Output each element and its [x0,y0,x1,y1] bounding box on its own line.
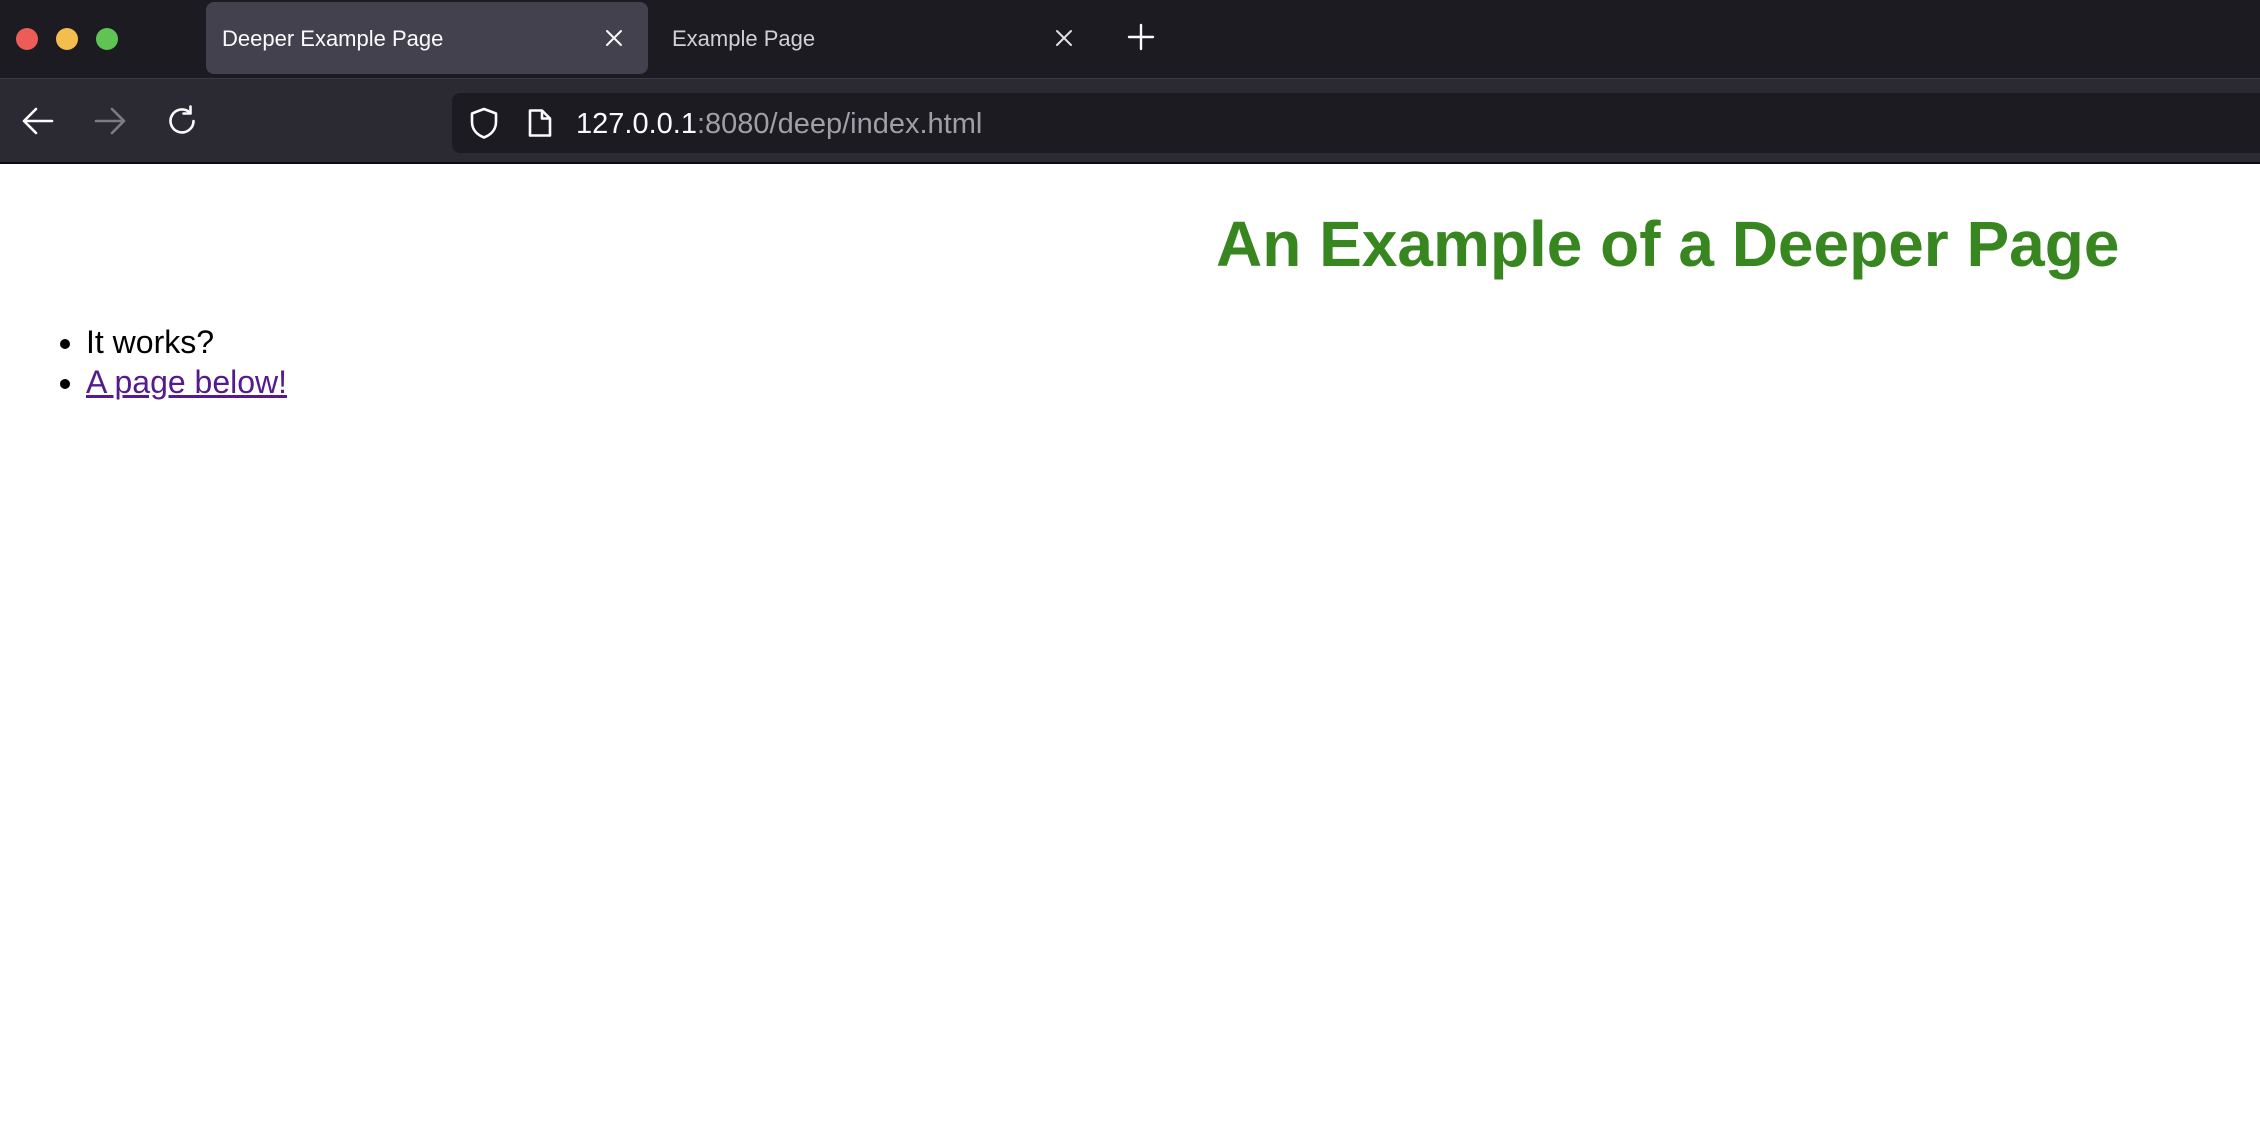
url-path: :8080/deep/index.html [696,108,983,140]
new-tab-plus-icon[interactable] [1126,22,1156,52]
list-item: It works? [86,322,287,362]
list-item-text: It works? [86,324,215,360]
list-item: A page below! [86,362,287,402]
page-content: An Example of a Deeper Page It works? A … [0,164,2260,1138]
browser-window: Deeper Example Page Example Page 127.0.0… [0,0,2260,1138]
page-below-link[interactable]: A page below! [86,364,287,400]
forward-button[interactable] [90,101,130,141]
shield-icon[interactable] [468,107,500,139]
arrow-right-icon [94,107,126,135]
tab-strip: Deeper Example Page Example Page [0,0,2260,78]
address-bar[interactable]: 127.0.0.1:8080/deep/index.html [452,93,2260,153]
page-info-icon[interactable] [524,107,556,139]
close-icon[interactable] [600,24,628,52]
url-text[interactable]: 127.0.0.1:8080/deep/index.html [576,108,982,140]
navigation-toolbar: 127.0.0.1:8080/deep/index.html [0,78,2260,162]
reload-icon [169,105,195,134]
window-minimize-button[interactable] [56,28,78,50]
url-host: 127.0.0.1 [576,108,697,140]
window-close-button[interactable] [16,28,38,50]
tab-deeper-example-page[interactable]: Deeper Example Page [206,2,648,74]
window-maximize-button[interactable] [96,28,118,50]
page-title: An Example of a Deeper Page [1216,208,2120,280]
tab-title: Example Page [672,26,816,51]
reload-button[interactable] [162,101,202,141]
back-button[interactable] [18,101,58,141]
arrow-left-icon [22,107,54,135]
page-list: It works? A page below! [0,322,287,402]
tab-title: Deeper Example Page [222,26,444,51]
close-icon[interactable] [1050,24,1078,52]
tab-example-page[interactable]: Example Page [655,2,1095,74]
